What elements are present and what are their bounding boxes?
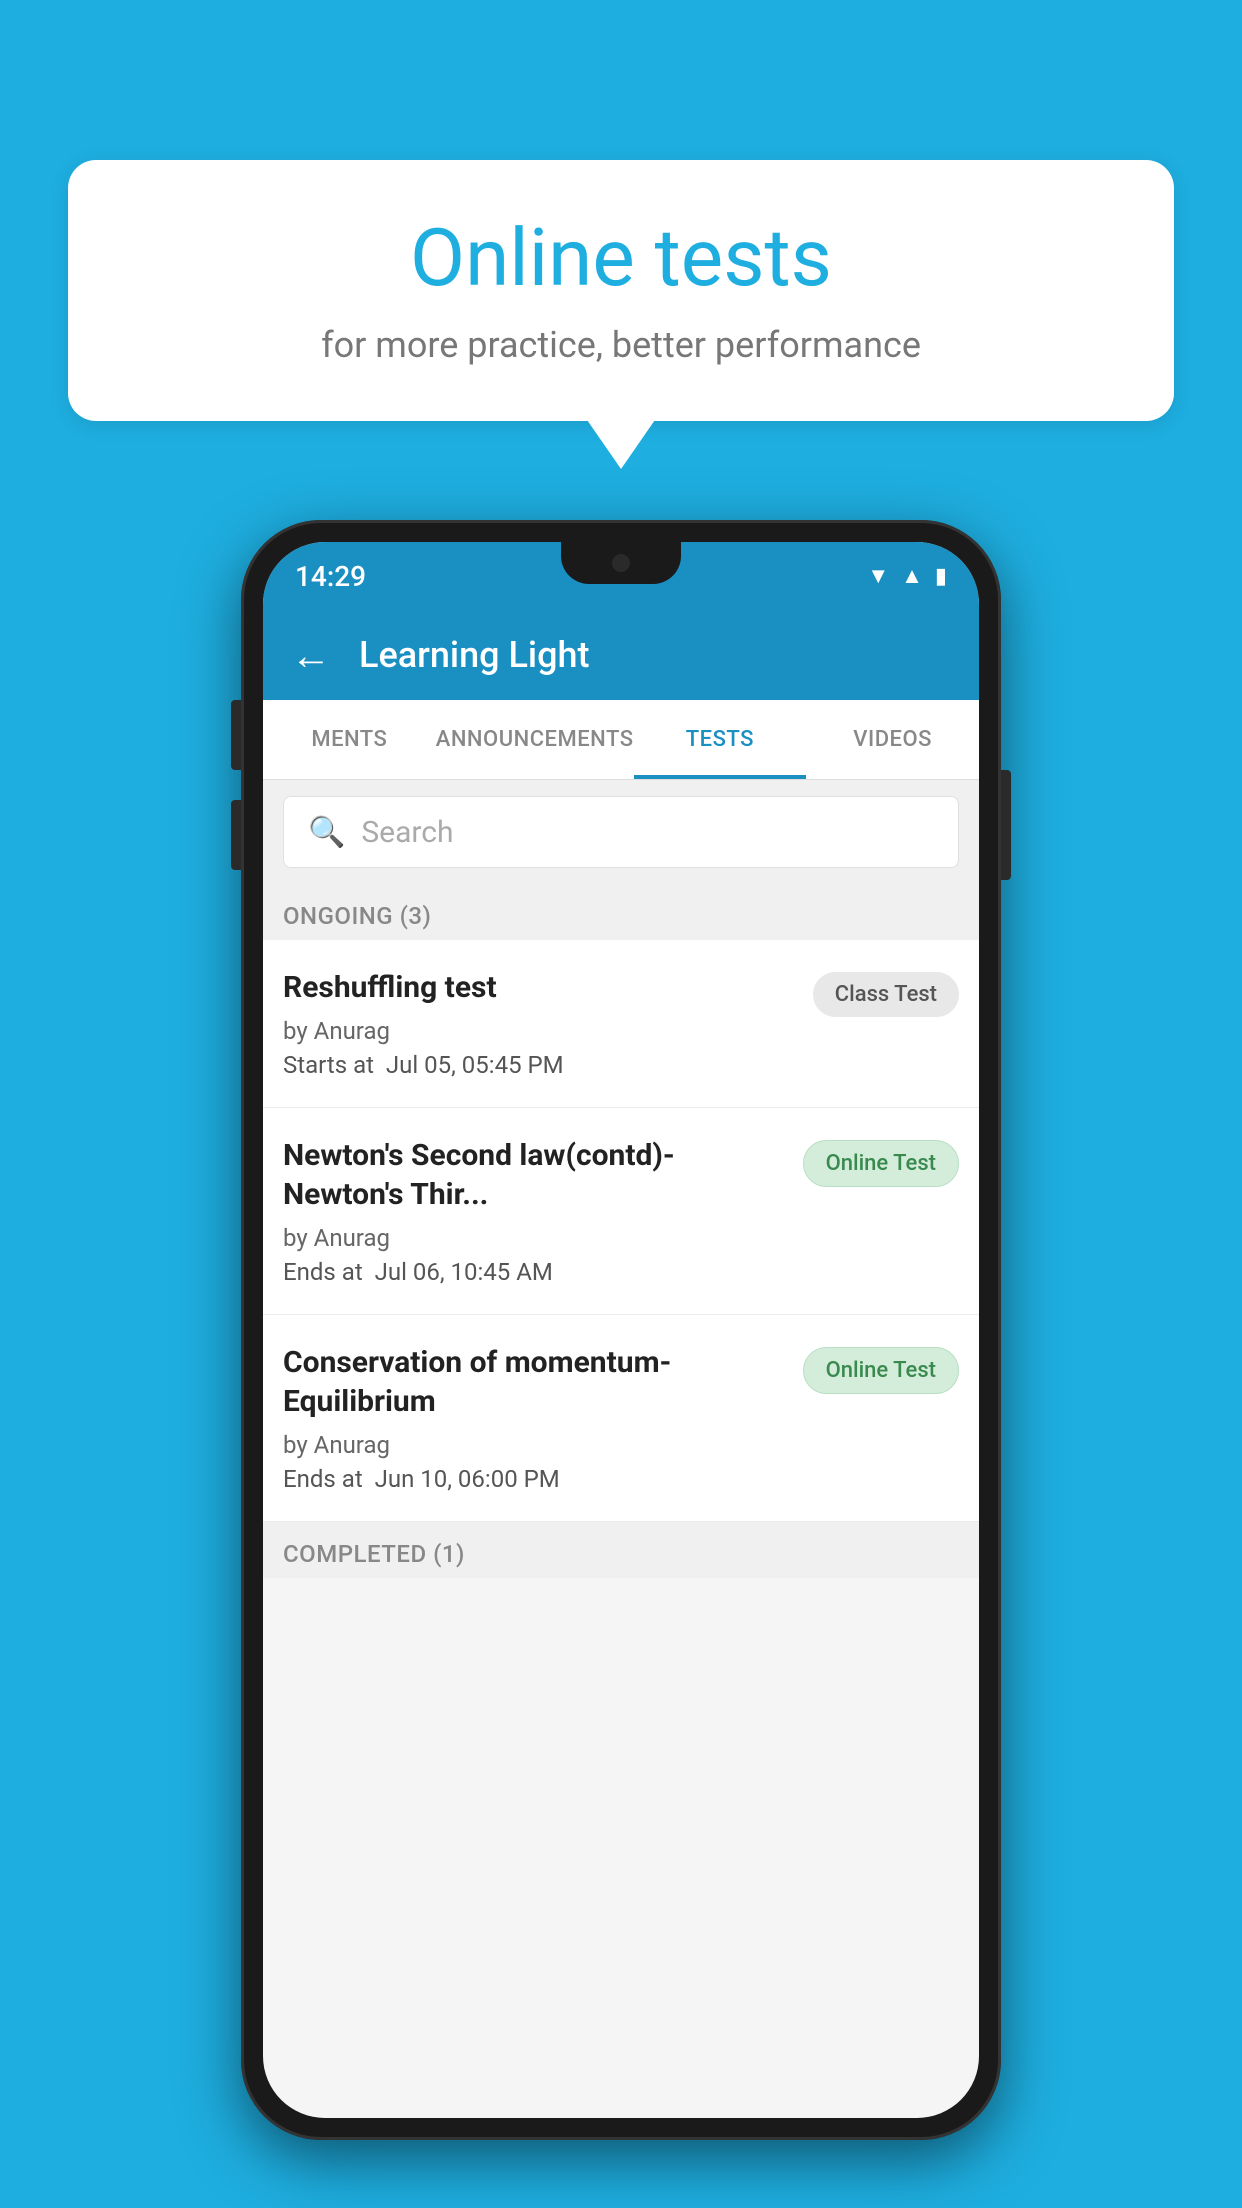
power-button[interactable] <box>1001 770 1011 880</box>
wifi-icon <box>867 563 889 589</box>
test-item-time: Ends at Jul 06, 10:45 AM <box>283 1258 787 1286</box>
test-item[interactable]: Reshuffling test by Anurag Starts at Jul… <box>263 940 979 1108</box>
app-title: Learning Light <box>359 634 589 676</box>
test-item[interactable]: Conservation of momentum-Equilibrium by … <box>263 1315 979 1522</box>
test-item-time: Starts at Jul 05, 05:45 PM <box>283 1051 797 1079</box>
tab-videos[interactable]: VIDEOS <box>806 700 979 779</box>
speech-bubble: Online tests for more practice, better p… <box>68 160 1174 421</box>
test-item-author: by Anurag <box>283 1017 797 1045</box>
tab-tests[interactable]: TESTS <box>634 700 807 779</box>
signal-icon <box>901 563 923 589</box>
speech-bubble-title: Online tests <box>128 210 1114 306</box>
test-item-content: Conservation of momentum-Equilibrium by … <box>283 1343 803 1493</box>
app-header: ← Learning Light <box>263 610 979 700</box>
test-badge-online: Online Test <box>803 1347 959 1394</box>
test-item-content: Newton's Second law(contd)-Newton's Thir… <box>283 1136 803 1286</box>
front-camera <box>612 554 630 572</box>
section-ongoing-header: ONGOING (3) <box>263 884 979 940</box>
volume-down-button[interactable] <box>231 800 241 870</box>
test-item-content: Reshuffling test by Anurag Starts at Jul… <box>283 968 813 1079</box>
phone-frame: 14:29 ← Learning Light MENTS ANNOUNCEMEN… <box>241 520 1001 2140</box>
status-time: 14:29 <box>295 560 366 593</box>
back-button[interactable]: ← <box>291 632 331 679</box>
speech-bubble-subtitle: for more practice, better performance <box>128 324 1114 366</box>
test-item-author: by Anurag <box>283 1431 787 1459</box>
phone-notch <box>561 542 681 584</box>
test-list: Reshuffling test by Anurag Starts at Jul… <box>263 940 979 1522</box>
tab-announcements[interactable]: ANNOUNCEMENTS <box>436 700 634 779</box>
test-badge-online: Online Test <box>803 1140 959 1187</box>
tab-bar: MENTS ANNOUNCEMENTS TESTS VIDEOS <box>263 700 979 780</box>
search-bar[interactable]: 🔍 Search <box>283 796 959 868</box>
test-item-time: Ends at Jun 10, 06:00 PM <box>283 1465 787 1493</box>
test-badge-class: Class Test <box>813 972 959 1017</box>
test-item[interactable]: Newton's Second law(contd)-Newton's Thir… <box>263 1108 979 1315</box>
search-container: 🔍 Search <box>263 780 979 884</box>
test-item-author: by Anurag <box>283 1224 787 1252</box>
volume-up-button[interactable] <box>231 700 241 770</box>
section-completed-header: COMPLETED (1) <box>263 1522 979 1578</box>
test-item-name: Newton's Second law(contd)-Newton's Thir… <box>283 1136 787 1214</box>
phone-container: 14:29 ← Learning Light MENTS ANNOUNCEMEN… <box>241 520 1001 2140</box>
status-icons <box>867 563 947 589</box>
tab-ments[interactable]: MENTS <box>263 700 436 779</box>
search-placeholder: Search <box>361 815 453 850</box>
search-icon: 🔍 <box>308 815 345 850</box>
phone-screen: 14:29 ← Learning Light MENTS ANNOUNCEMEN… <box>263 542 979 2118</box>
battery-icon <box>935 564 947 589</box>
test-item-name: Reshuffling test <box>283 968 797 1007</box>
test-item-name: Conservation of momentum-Equilibrium <box>283 1343 787 1421</box>
